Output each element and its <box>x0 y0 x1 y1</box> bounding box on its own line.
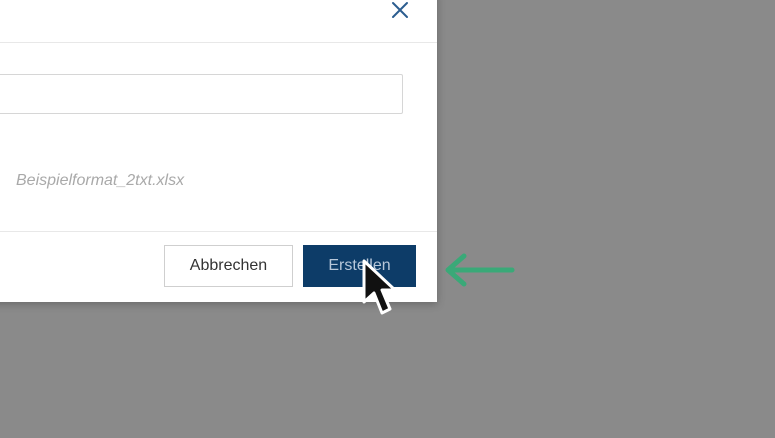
close-button[interactable] <box>388 0 412 22</box>
mouse-cursor-icon <box>362 259 397 315</box>
create-dialog: Beispielformat_2txt.xlsx Abbrechen Erste… <box>0 0 437 302</box>
name-input[interactable] <box>0 74 403 114</box>
footer-divider <box>0 231 437 232</box>
close-icon <box>392 2 408 18</box>
header-divider <box>0 42 437 43</box>
selected-file-name: Beispielformat_2txt.xlsx <box>16 172 185 189</box>
cancel-button[interactable]: Abbrechen <box>164 245 293 287</box>
arrow-left-icon <box>445 253 515 287</box>
